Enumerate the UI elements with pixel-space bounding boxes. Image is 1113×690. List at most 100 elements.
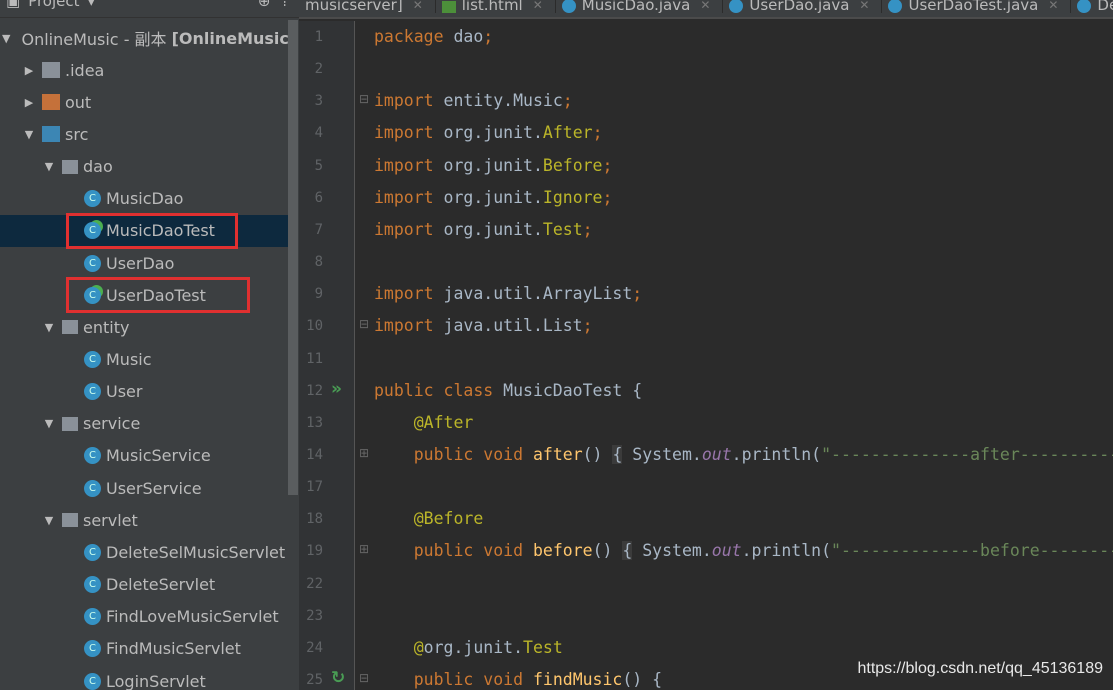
code-token: public void bbox=[374, 444, 533, 464]
highlight-box bbox=[66, 277, 250, 314]
tree-item[interactable]: C MusicService bbox=[0, 440, 288, 472]
expand-arrow-icon[interactable]: ▼ bbox=[2, 32, 10, 45]
expand-arrow-icon[interactable]: ▼ bbox=[42, 160, 56, 173]
dropdown-icon[interactable]: ▾ bbox=[88, 0, 96, 10]
fold-icon[interactable]: ⊟ bbox=[359, 317, 369, 331]
code-line: public void findMusic() { bbox=[374, 670, 662, 689]
locate-icon[interactable]: ⊕ bbox=[258, 0, 271, 10]
code-token: org.junit. bbox=[443, 219, 543, 239]
code-token: import bbox=[374, 284, 444, 304]
project-title[interactable]: Project bbox=[28, 0, 79, 10]
code-token: "--------------after------------ bbox=[821, 444, 1113, 464]
editor-tab[interactable]: MusicDao.java ✕ bbox=[556, 0, 724, 13]
java-class-icon: C bbox=[84, 608, 101, 626]
code-token: "--------------before----------- bbox=[831, 541, 1113, 561]
expand-arrow-icon[interactable]: ▼ bbox=[42, 321, 56, 334]
java-class-icon bbox=[561, 0, 576, 13]
java-class-icon: C bbox=[84, 383, 101, 401]
tree-item[interactable]: C UserService bbox=[0, 472, 288, 504]
close-tab-icon[interactable]: ✕ bbox=[533, 0, 543, 13]
tree-item[interactable]: ▶ .idea bbox=[0, 54, 288, 86]
line-number: 18 bbox=[306, 511, 323, 528]
package-icon bbox=[62, 320, 78, 335]
tree-item-label: MusicService bbox=[106, 446, 211, 466]
code-token: java.util.List bbox=[443, 316, 583, 336]
editor-tab[interactable]: UserDao.java ✕ bbox=[723, 0, 883, 14]
tree-item[interactable]: C FindLoveMusicServlet bbox=[0, 601, 288, 633]
code-token: @Before bbox=[374, 509, 484, 529]
code-token: ; bbox=[582, 219, 593, 239]
tab-label: MusicDao.java bbox=[581, 0, 691, 14]
java-class-icon: C bbox=[84, 254, 101, 272]
sidebar-scrollbar[interactable] bbox=[288, 20, 298, 495]
fold-icon[interactable]: ⊟ bbox=[359, 671, 369, 685]
close-tab-icon[interactable]: ✕ bbox=[1048, 0, 1058, 13]
code-token: org.junit. bbox=[443, 123, 543, 143]
tree-item[interactable]: C User bbox=[0, 376, 288, 408]
tree-item[interactable]: C DeleteServlet bbox=[0, 569, 288, 601]
code-line: public void after() { System.out.println… bbox=[374, 444, 1113, 464]
close-tab-icon[interactable]: ✕ bbox=[413, 0, 423, 13]
code-token: { bbox=[622, 541, 633, 561]
line-number: 22 bbox=[306, 575, 323, 592]
code-line: @org.junit.Test bbox=[374, 638, 563, 657]
tree-item[interactable]: ▼ src bbox=[0, 118, 288, 150]
code-token: () bbox=[592, 541, 623, 561]
editor-tab[interactable]: DeleteSelM bbox=[1071, 0, 1113, 13]
tree-item[interactable]: ▼ servlet bbox=[0, 504, 288, 536]
code-token: out bbox=[701, 444, 732, 464]
fold-icon[interactable]: ⊟ bbox=[359, 92, 369, 106]
tree-item[interactable]: C UserDao bbox=[0, 247, 288, 279]
project-panel: ▣Project▾ ⊕⇡⚙ ▼OnlineMusic - 副本 [OnlineM… bbox=[0, 0, 299, 690]
line-number: 3 bbox=[314, 93, 323, 110]
editor-tab[interactable]: UserDaoTest.java ✕ bbox=[882, 0, 1072, 13]
editor-tab[interactable]: list.html ✕ bbox=[436, 0, 556, 13]
run-test-icon[interactable]: ↻ bbox=[331, 668, 345, 688]
code-token: After bbox=[542, 123, 593, 143]
code-token: ; bbox=[562, 91, 573, 111]
run-class-icon[interactable]: » bbox=[331, 379, 342, 399]
code-line: public void before() { System.out.printl… bbox=[374, 541, 1113, 561]
code-line: import java.util.List; bbox=[374, 316, 593, 335]
expand-arrow-icon[interactable]: ▼ bbox=[22, 128, 36, 141]
tree-item[interactable]: ▼ entity bbox=[0, 311, 288, 343]
close-tab-icon[interactable]: ✕ bbox=[859, 0, 869, 13]
collapse-arrow-icon[interactable]: ▶ bbox=[22, 96, 36, 109]
tree-item-label: .idea bbox=[65, 60, 105, 80]
java-class-icon bbox=[1077, 0, 1092, 13]
code-token: public class bbox=[374, 380, 504, 400]
fold-icon[interactable]: ⊞ bbox=[359, 542, 369, 556]
line-number: 25 bbox=[306, 672, 323, 688]
tab-label: UserDao.java bbox=[749, 0, 850, 14]
tree-item[interactable]: ▼ service bbox=[0, 408, 288, 440]
line-number: 1 bbox=[314, 29, 323, 45]
code-token: entity.Music bbox=[443, 91, 563, 111]
tree-item[interactable]: C MusicDao bbox=[0, 183, 288, 215]
tree-item[interactable]: C LoginServlet bbox=[0, 665, 288, 690]
line-number: 8 bbox=[314, 254, 323, 271]
tree-item-label: DeleteSelMusicServlet bbox=[106, 542, 286, 562]
tree-item[interactable]: ▶ out bbox=[0, 86, 288, 118]
fold-icon[interactable]: ⊞ bbox=[359, 446, 369, 460]
code-token: .println( bbox=[731, 444, 822, 464]
code-line: @After bbox=[374, 413, 474, 432]
tree-item[interactable]: C Music bbox=[0, 344, 288, 376]
expand-arrow-icon[interactable]: ▼ bbox=[42, 514, 56, 527]
collapse-arrow-icon[interactable]: ▶ bbox=[22, 64, 36, 77]
code-token: org.junit. bbox=[443, 187, 543, 207]
tab-label: DeleteSelM bbox=[1097, 0, 1113, 14]
tree-item[interactable]: C DeleteSelMusicServlet bbox=[0, 536, 288, 568]
tree-item[interactable]: ▼ dao bbox=[0, 151, 288, 183]
close-tab-icon[interactable]: ✕ bbox=[700, 0, 710, 13]
tree-item[interactable]: ▼OnlineMusic - 副本 [OnlineMusic]D: bbox=[0, 22, 296, 54]
code-token: out bbox=[711, 541, 742, 561]
code-token: org.junit. bbox=[423, 637, 524, 657]
editor-tab[interactable]: musicserver] ✕ bbox=[299, 0, 436, 13]
line-number: 9 bbox=[314, 286, 323, 303]
collapse-icon[interactable]: ⇡ bbox=[278, 0, 291, 10]
folder-icon bbox=[42, 94, 60, 111]
code-token: ; bbox=[632, 284, 643, 304]
expand-arrow-icon[interactable]: ▼ bbox=[42, 417, 56, 430]
project-panel-header: ▣Project▾ ⊕⇡⚙ bbox=[0, 0, 299, 18]
tree-item[interactable]: C FindMusicServlet bbox=[0, 633, 288, 665]
